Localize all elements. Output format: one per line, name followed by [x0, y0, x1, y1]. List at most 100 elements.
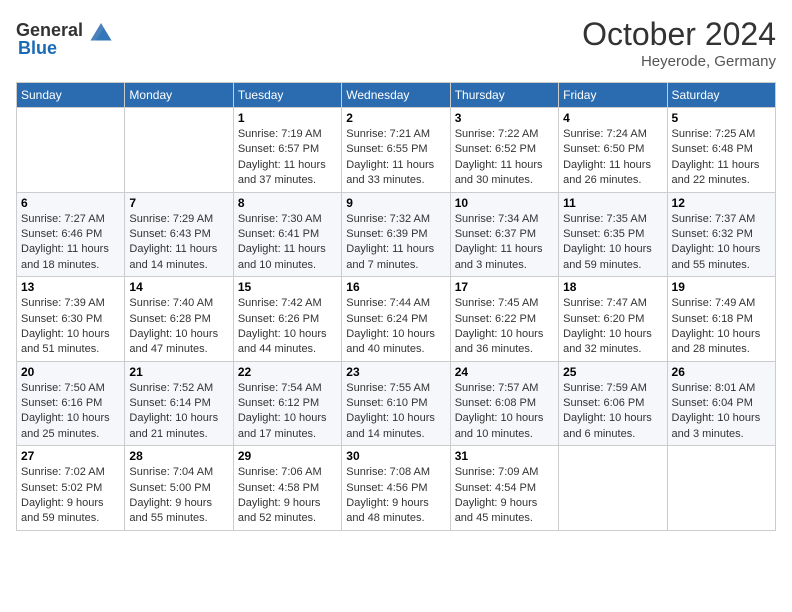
- month-year: October 2024: [582, 16, 776, 53]
- day-number: 23: [346, 365, 445, 379]
- calendar-cell: [17, 108, 125, 193]
- sunset: Sunset: 6:37 PM: [455, 228, 536, 240]
- day-number: 30: [346, 449, 445, 463]
- calendar-cell: 4 Sunrise: 7:24 AM Sunset: 6:50 PM Dayli…: [559, 108, 667, 193]
- calendar-cell: 12 Sunrise: 7:37 AM Sunset: 6:32 PM Dayl…: [667, 192, 775, 277]
- day-number: 20: [21, 365, 120, 379]
- sunset: Sunset: 4:54 PM: [455, 482, 536, 494]
- sunrise: Sunrise: 7:40 AM: [129, 297, 213, 309]
- sunrise: Sunrise: 7:59 AM: [563, 382, 647, 394]
- daylight: Daylight: 10 hours and 28 minutes.: [672, 328, 761, 355]
- sunrise: Sunrise: 7:32 AM: [346, 213, 430, 225]
- day-info: Sunrise: 7:52 AM Sunset: 6:14 PM Dayligh…: [129, 381, 228, 443]
- day-info: Sunrise: 7:25 AM Sunset: 6:48 PM Dayligh…: [672, 127, 771, 189]
- daylight: Daylight: 10 hours and 40 minutes.: [346, 328, 435, 355]
- sunset: Sunset: 6:35 PM: [563, 228, 644, 240]
- sunset: Sunset: 6:41 PM: [238, 228, 319, 240]
- sunrise: Sunrise: 7:37 AM: [672, 213, 756, 225]
- daylight: Daylight: 11 hours and 30 minutes.: [455, 159, 543, 186]
- daylight: Daylight: 11 hours and 26 minutes.: [563, 159, 651, 186]
- calendar-week-row: 27 Sunrise: 7:02 AM Sunset: 5:02 PM Dayl…: [17, 446, 776, 531]
- day-info: Sunrise: 7:19 AM Sunset: 6:57 PM Dayligh…: [238, 127, 337, 189]
- weekday-header: Thursday: [450, 83, 558, 108]
- daylight: Daylight: 10 hours and 3 minutes.: [672, 412, 761, 439]
- calendar-cell: 31 Sunrise: 7:09 AM Sunset: 4:54 PM Dayl…: [450, 446, 558, 531]
- sunrise: Sunrise: 7:57 AM: [455, 382, 539, 394]
- logo-icon: [87, 16, 115, 44]
- sunrise: Sunrise: 7:50 AM: [21, 382, 105, 394]
- sunset: Sunset: 6:43 PM: [129, 228, 210, 240]
- daylight: Daylight: 10 hours and 10 minutes.: [455, 412, 544, 439]
- sunrise: Sunrise: 7:25 AM: [672, 128, 756, 140]
- daylight: Daylight: 10 hours and 36 minutes.: [455, 328, 544, 355]
- sunrise: Sunrise: 7:22 AM: [455, 128, 539, 140]
- day-info: Sunrise: 7:49 AM Sunset: 6:18 PM Dayligh…: [672, 296, 771, 358]
- day-number: 2: [346, 111, 445, 125]
- daylight: Daylight: 9 hours and 45 minutes.: [455, 497, 538, 524]
- weekday-header: Sunday: [17, 83, 125, 108]
- calendar-cell: 25 Sunrise: 7:59 AM Sunset: 6:06 PM Dayl…: [559, 361, 667, 446]
- sunset: Sunset: 6:20 PM: [563, 313, 644, 325]
- day-number: 9: [346, 196, 445, 210]
- calendar-cell: 30 Sunrise: 7:08 AM Sunset: 4:56 PM Dayl…: [342, 446, 450, 531]
- logo-blue: Blue: [18, 38, 57, 59]
- day-info: Sunrise: 7:57 AM Sunset: 6:08 PM Dayligh…: [455, 381, 554, 443]
- daylight: Daylight: 10 hours and 59 minutes.: [563, 243, 652, 270]
- day-info: Sunrise: 7:09 AM Sunset: 4:54 PM Dayligh…: [455, 465, 554, 527]
- sunset: Sunset: 5:00 PM: [129, 482, 210, 494]
- daylight: Daylight: 10 hours and 47 minutes.: [129, 328, 218, 355]
- calendar-cell: 9 Sunrise: 7:32 AM Sunset: 6:39 PM Dayli…: [342, 192, 450, 277]
- weekday-header: Wednesday: [342, 83, 450, 108]
- day-info: Sunrise: 7:22 AM Sunset: 6:52 PM Dayligh…: [455, 127, 554, 189]
- day-number: 14: [129, 280, 228, 294]
- day-number: 1: [238, 111, 337, 125]
- day-info: Sunrise: 7:37 AM Sunset: 6:32 PM Dayligh…: [672, 212, 771, 274]
- day-number: 17: [455, 280, 554, 294]
- sunset: Sunset: 6:28 PM: [129, 313, 210, 325]
- sunset: Sunset: 6:39 PM: [346, 228, 427, 240]
- day-info: Sunrise: 7:04 AM Sunset: 5:00 PM Dayligh…: [129, 465, 228, 527]
- sunrise: Sunrise: 7:42 AM: [238, 297, 322, 309]
- calendar-cell: 16 Sunrise: 7:44 AM Sunset: 6:24 PM Dayl…: [342, 277, 450, 362]
- daylight: Daylight: 10 hours and 6 minutes.: [563, 412, 652, 439]
- day-number: 10: [455, 196, 554, 210]
- calendar-week-row: 1 Sunrise: 7:19 AM Sunset: 6:57 PM Dayli…: [17, 108, 776, 193]
- calendar-cell: 17 Sunrise: 7:45 AM Sunset: 6:22 PM Dayl…: [450, 277, 558, 362]
- day-info: Sunrise: 7:40 AM Sunset: 6:28 PM Dayligh…: [129, 296, 228, 358]
- sunrise: Sunrise: 7:06 AM: [238, 466, 322, 478]
- day-info: Sunrise: 7:06 AM Sunset: 4:58 PM Dayligh…: [238, 465, 337, 527]
- sunrise: Sunrise: 7:19 AM: [238, 128, 322, 140]
- day-info: Sunrise: 7:34 AM Sunset: 6:37 PM Dayligh…: [455, 212, 554, 274]
- day-info: Sunrise: 7:55 AM Sunset: 6:10 PM Dayligh…: [346, 381, 445, 443]
- calendar-cell: 29 Sunrise: 7:06 AM Sunset: 4:58 PM Dayl…: [233, 446, 341, 531]
- sunset: Sunset: 4:56 PM: [346, 482, 427, 494]
- day-info: Sunrise: 7:50 AM Sunset: 6:16 PM Dayligh…: [21, 381, 120, 443]
- calendar-week-row: 6 Sunrise: 7:27 AM Sunset: 6:46 PM Dayli…: [17, 192, 776, 277]
- day-number: 11: [563, 196, 662, 210]
- day-info: Sunrise: 7:47 AM Sunset: 6:20 PM Dayligh…: [563, 296, 662, 358]
- sunset: Sunset: 6:12 PM: [238, 397, 319, 409]
- daylight: Daylight: 10 hours and 51 minutes.: [21, 328, 110, 355]
- daylight: Daylight: 11 hours and 14 minutes.: [129, 243, 217, 270]
- sunset: Sunset: 5:02 PM: [21, 482, 102, 494]
- daylight: Daylight: 10 hours and 25 minutes.: [21, 412, 110, 439]
- sunrise: Sunrise: 7:08 AM: [346, 466, 430, 478]
- daylight: Daylight: 10 hours and 32 minutes.: [563, 328, 652, 355]
- calendar-cell: 8 Sunrise: 7:30 AM Sunset: 6:41 PM Dayli…: [233, 192, 341, 277]
- sunset: Sunset: 6:22 PM: [455, 313, 536, 325]
- sunrise: Sunrise: 7:55 AM: [346, 382, 430, 394]
- calendar-cell: 15 Sunrise: 7:42 AM Sunset: 6:26 PM Dayl…: [233, 277, 341, 362]
- day-info: Sunrise: 7:24 AM Sunset: 6:50 PM Dayligh…: [563, 127, 662, 189]
- day-number: 31: [455, 449, 554, 463]
- weekday-header: Tuesday: [233, 83, 341, 108]
- day-info: Sunrise: 7:08 AM Sunset: 4:56 PM Dayligh…: [346, 465, 445, 527]
- day-info: Sunrise: 7:59 AM Sunset: 6:06 PM Dayligh…: [563, 381, 662, 443]
- day-number: 5: [672, 111, 771, 125]
- calendar-cell: 1 Sunrise: 7:19 AM Sunset: 6:57 PM Dayli…: [233, 108, 341, 193]
- sunrise: Sunrise: 7:44 AM: [346, 297, 430, 309]
- calendar-cell: 19 Sunrise: 7:49 AM Sunset: 6:18 PM Dayl…: [667, 277, 775, 362]
- day-info: Sunrise: 7:54 AM Sunset: 6:12 PM Dayligh…: [238, 381, 337, 443]
- sunrise: Sunrise: 7:45 AM: [455, 297, 539, 309]
- sunset: Sunset: 6:50 PM: [563, 143, 644, 155]
- calendar-cell: 24 Sunrise: 7:57 AM Sunset: 6:08 PM Dayl…: [450, 361, 558, 446]
